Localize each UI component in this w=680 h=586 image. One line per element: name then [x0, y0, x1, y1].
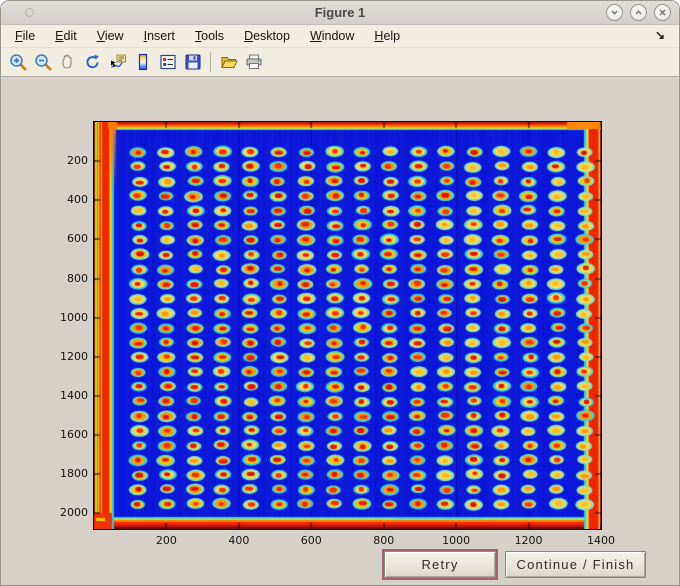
- figure-toolbar: [1, 48, 679, 77]
- x-tick-label: 200: [155, 534, 177, 547]
- save-figure-button[interactable]: [180, 50, 205, 74]
- menu-desktop[interactable]: Desktop: [234, 26, 300, 46]
- save-icon: [185, 54, 200, 70]
- x-tick-label: 1400: [587, 534, 615, 547]
- figure-window: Figure 1 File Edit View Insert Tools Des…: [0, 0, 680, 586]
- y-tick-label: 1200: [60, 349, 88, 363]
- y-tick-label: 400: [67, 193, 88, 207]
- y-tick-label: 600: [67, 232, 88, 246]
- figure-canvas-area: 200 400 600 800 1000 1200 1400 200 400 600 800 1000…: [1, 77, 679, 585]
- x-tick-label: 800: [373, 534, 395, 547]
- dock-arrow-icon[interactable]: ↘: [655, 28, 665, 42]
- zoom-in-icon: [9, 54, 26, 71]
- close-button[interactable]: [654, 4, 671, 21]
- unshade-button[interactable]: [630, 4, 647, 21]
- zoom-out-button[interactable]: [30, 50, 55, 74]
- y-tick-label: 1000: [60, 310, 88, 324]
- menu-tools[interactable]: Tools: [185, 26, 234, 46]
- toolbar-separator: [210, 52, 211, 72]
- open-file-button[interactable]: [216, 50, 241, 74]
- open-folder-icon: [220, 57, 238, 68]
- zoom-in-button[interactable]: [5, 50, 30, 74]
- menubar: File Edit View Insert Tools Desktop Wind…: [1, 25, 679, 48]
- y-tick-label: 2000: [60, 506, 88, 520]
- heatmap-image[interactable]: [94, 122, 601, 529]
- data-cursor-button[interactable]: [105, 50, 130, 74]
- printer-icon: [246, 54, 261, 69]
- y-tick-label: 1800: [60, 467, 88, 481]
- rotate-3d-button[interactable]: [80, 50, 105, 74]
- pan-hand-icon: [61, 54, 72, 69]
- insert-legend-button[interactable]: [155, 50, 180, 74]
- pan-button[interactable]: [55, 50, 80, 74]
- close-icon: [659, 9, 666, 16]
- zoom-out-icon: [34, 54, 51, 71]
- retry-button[interactable]: Retry: [382, 549, 498, 580]
- menu-file[interactable]: File: [5, 26, 45, 46]
- x-tick-label: 600: [300, 534, 322, 547]
- colorbar-icon: [138, 53, 147, 71]
- window-controls: [606, 4, 671, 21]
- x-tick-label: 1200: [514, 534, 543, 547]
- y-tick-label: 800: [67, 271, 88, 285]
- window-title: Figure 1: [314, 5, 366, 20]
- legend-icon: [159, 54, 176, 70]
- y-tick-label: 1400: [60, 388, 88, 402]
- axes: [93, 121, 602, 530]
- chevron-up-icon: [635, 10, 642, 15]
- x-tick-label: 1000: [442, 534, 471, 547]
- menu-edit[interactable]: Edit: [45, 26, 87, 46]
- shade-button[interactable]: [606, 4, 623, 21]
- continue-finish-button[interactable]: Continue / Finish: [505, 551, 646, 578]
- y-tick-label: 200: [67, 154, 88, 168]
- chevron-down-icon: [611, 10, 618, 15]
- menu-window[interactable]: Window: [300, 26, 364, 46]
- print-figure-button[interactable]: [241, 50, 266, 74]
- x-tick-label: 400: [228, 534, 250, 547]
- insert-colorbar-button[interactable]: [130, 50, 155, 74]
- y-tick-label: 1600: [60, 428, 88, 442]
- menu-view[interactable]: View: [87, 26, 134, 46]
- titlebar[interactable]: Figure 1: [1, 1, 679, 25]
- data-cursor-icon: [110, 54, 126, 68]
- rotate-3d-icon: [85, 54, 99, 69]
- menu-help[interactable]: Help: [364, 26, 410, 46]
- menu-insert[interactable]: Insert: [134, 26, 185, 46]
